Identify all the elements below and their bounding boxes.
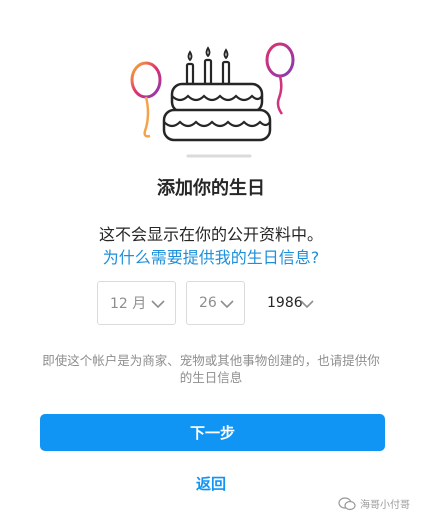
wechat-icon bbox=[338, 496, 356, 510]
why-birthday-link[interactable]: 为什么需要提供我的生日信息? bbox=[0, 244, 422, 268]
watermark: 海哥小付哥 bbox=[338, 496, 410, 511]
month-select[interactable]: 12 月 bbox=[97, 281, 176, 325]
page-title: 添加你的生日 bbox=[157, 178, 265, 199]
month-value: 12 月 bbox=[110, 296, 147, 312]
chevron-down-icon bbox=[151, 300, 165, 309]
chevron-down-icon bbox=[220, 300, 234, 309]
next-button[interactable]: 下一步 bbox=[40, 414, 385, 451]
year-select[interactable]: 1986 bbox=[256, 281, 325, 325]
birthday-cake-icon bbox=[130, 42, 295, 158]
day-select[interactable]: 26 bbox=[186, 281, 245, 325]
chevron-down-icon bbox=[300, 300, 314, 309]
info-note: 即使这个帐户是为商家、宠物或其他事物创建的，也请提供你的生日信息 bbox=[42, 353, 380, 385]
year-value: 1986 bbox=[267, 295, 303, 311]
back-link[interactable]: 返回 bbox=[0, 473, 422, 494]
watermark-text: 海哥小付哥 bbox=[360, 500, 410, 511]
birthday-page: 添加你的生日 这不会显示在你的公开资料中。 为什么需要提供我的生日信息? 12 … bbox=[0, 0, 422, 517]
day-value: 26 bbox=[199, 295, 217, 311]
subtitle-text: 这不会显示在你的公开资料中。 bbox=[98, 225, 323, 244]
